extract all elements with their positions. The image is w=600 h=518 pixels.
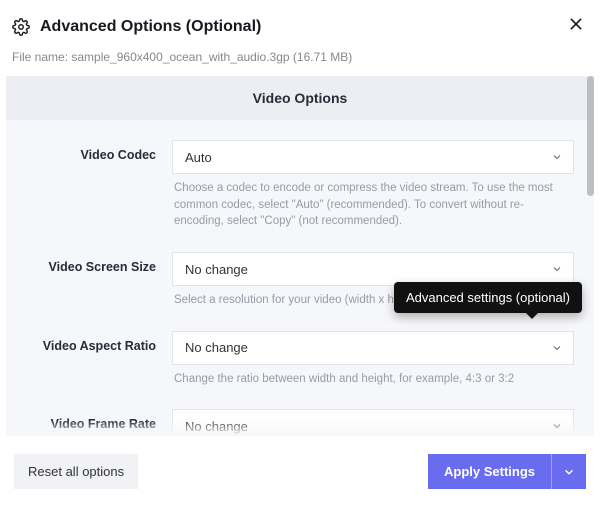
helper-video-codec: Choose a codec to encode or compress the… (172, 174, 574, 230)
label-screen-size: Video Screen Size (26, 252, 156, 309)
row-frame-rate: Video Frame Rate No change Change FPS (f… (26, 409, 574, 436)
options-scroll-container: Video Options Video Codec Auto Choose a … (6, 76, 594, 436)
modal-title: Advanced Options (Optional) (40, 18, 261, 36)
modal-header: Advanced Options (Optional) (6, 18, 594, 46)
gear-icon (12, 18, 30, 36)
file-name-line: File name: sample_960x400_ocean_with_aud… (6, 46, 594, 76)
select-value: No change (185, 262, 248, 277)
section-header: Video Options (6, 76, 594, 120)
row-video-codec: Video Codec Auto Choose a codec to encod… (26, 140, 574, 230)
select-value: Auto (185, 150, 212, 165)
apply-button-group: Apply Settings (428, 454, 586, 489)
file-size: (16.71 MB) (293, 50, 352, 64)
select-aspect-ratio[interactable]: No change (172, 331, 574, 365)
scrollbar[interactable] (587, 76, 594, 196)
select-value: No change (185, 419, 248, 434)
advanced-options-modal: Advanced Options (Optional) File name: s… (0, 0, 600, 518)
select-screen-size[interactable]: No change (172, 252, 574, 286)
apply-settings-button[interactable]: Apply Settings (428, 454, 551, 489)
label-aspect-ratio: Video Aspect Ratio (26, 331, 156, 388)
select-video-codec[interactable]: Auto (172, 140, 574, 174)
file-name-prefix: File name: (12, 50, 68, 64)
tooltip-advanced-settings: Advanced settings (optional) (394, 282, 582, 313)
select-value: No change (185, 340, 248, 355)
options-panel: Video Options Video Codec Auto Choose a … (6, 76, 594, 436)
chevron-down-icon (551, 263, 563, 275)
options-rows: Video Codec Auto Choose a codec to encod… (6, 120, 594, 436)
file-name-value: sample_960x400_ocean_with_audio.3gp (71, 50, 289, 64)
chevron-down-icon (551, 151, 563, 163)
close-icon (568, 16, 584, 32)
reset-all-button[interactable]: Reset all options (14, 454, 138, 489)
helper-aspect-ratio: Change the ratio between width and heigh… (172, 365, 574, 388)
modal-footer: Reset all options Apply Settings (6, 436, 594, 489)
select-frame-rate[interactable]: No change (172, 409, 574, 436)
close-button[interactable] (566, 14, 586, 34)
apply-dropdown-button[interactable] (551, 454, 586, 489)
label-video-codec: Video Codec (26, 140, 156, 230)
chevron-down-icon (562, 465, 576, 479)
row-aspect-ratio: Video Aspect Ratio No change Change the … (26, 331, 574, 388)
label-frame-rate: Video Frame Rate (26, 409, 156, 436)
chevron-down-icon (551, 420, 563, 432)
chevron-down-icon (551, 342, 563, 354)
